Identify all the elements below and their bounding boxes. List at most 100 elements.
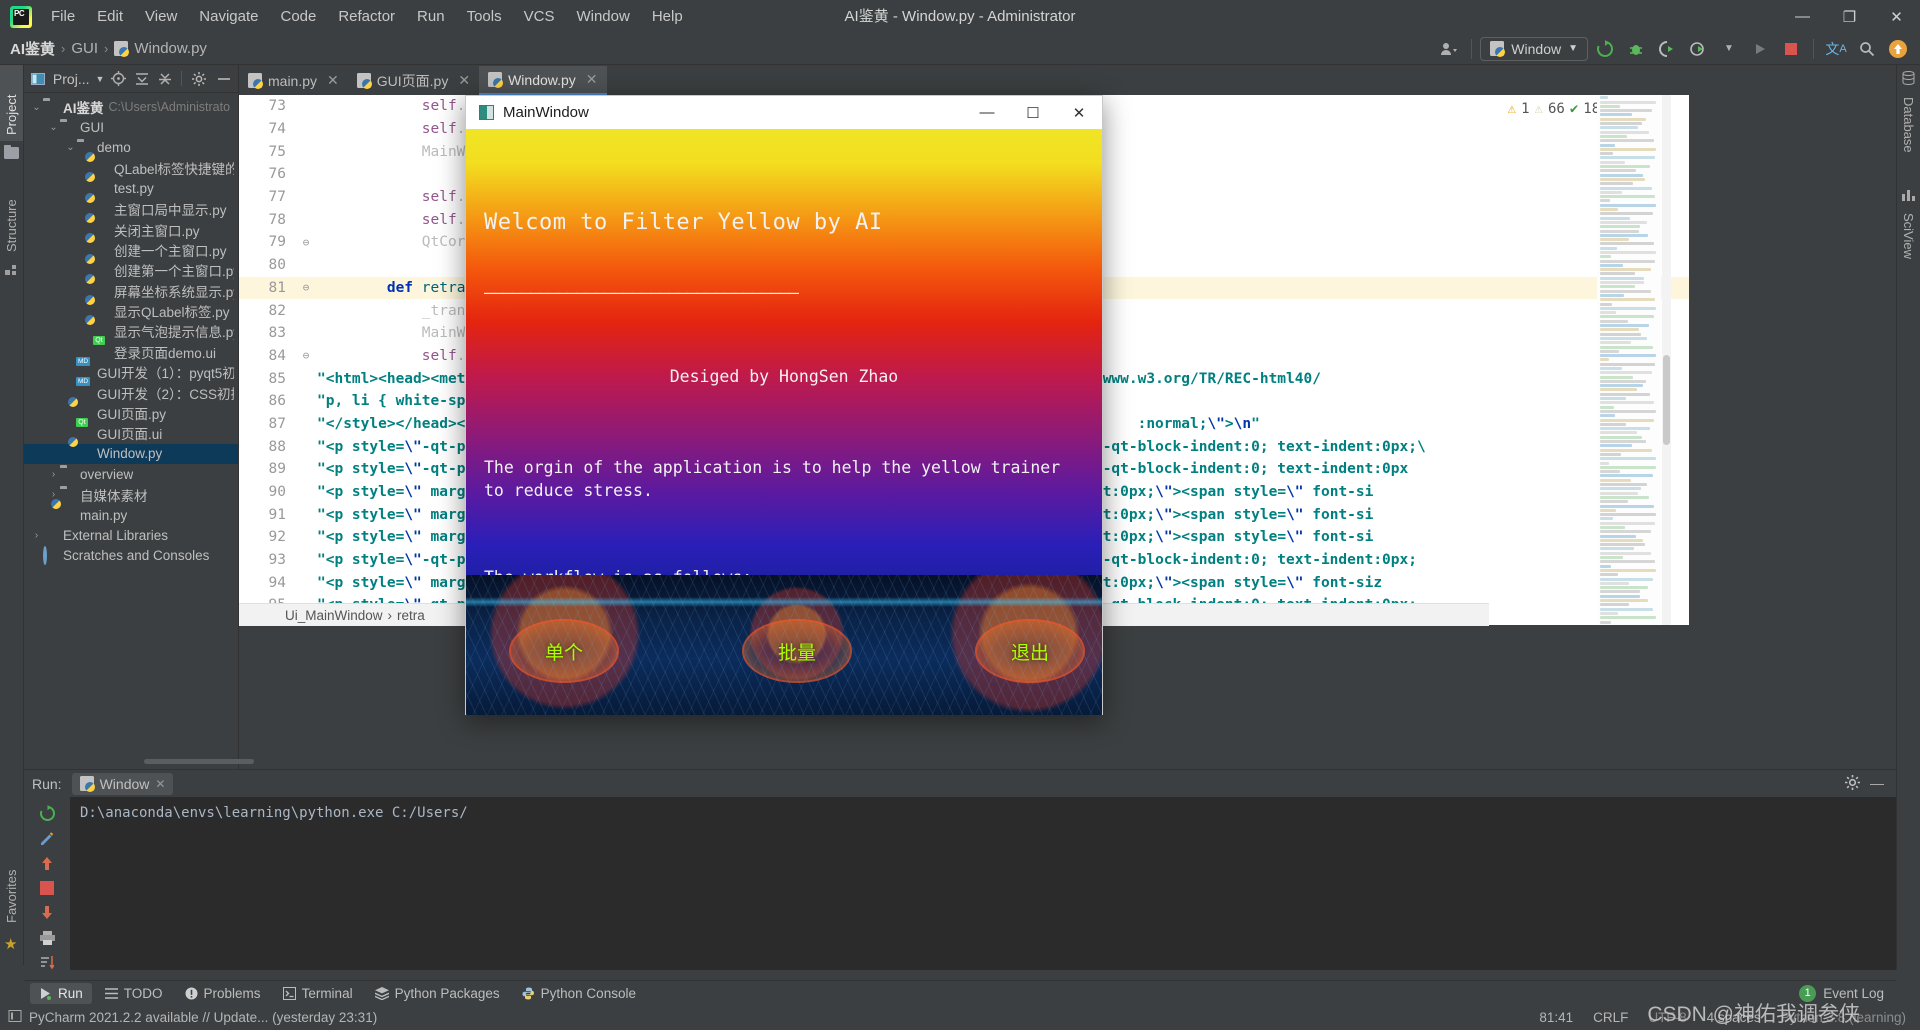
search-icon[interactable] bbox=[1853, 37, 1881, 61]
run-panel-toolbar[interactable] bbox=[24, 797, 70, 970]
tree-item[interactable]: GUI开发（2）：CSS初探 bbox=[24, 382, 238, 402]
tree-expand-arrow-icon[interactable]: ⌄ bbox=[64, 142, 77, 153]
window-controls[interactable]: — ❐ ✕ bbox=[1779, 0, 1920, 33]
qt-button-exit[interactable]: 退出 bbox=[977, 621, 1083, 681]
menu-refactor[interactable]: Refactor bbox=[327, 4, 406, 29]
menu-vcs[interactable]: VCS bbox=[513, 4, 566, 29]
tree-item[interactable]: 登录页面demo.ui bbox=[24, 342, 238, 362]
structure-breadcrumb-class[interactable]: Ui_MainWindow bbox=[285, 608, 383, 623]
run-panel-actions[interactable]: — bbox=[1845, 774, 1896, 793]
editor-scrollbar[interactable] bbox=[1662, 95, 1671, 625]
editor-minimap[interactable] bbox=[1597, 95, 1661, 625]
qt-maximize-button[interactable]: ☐ bbox=[1010, 96, 1056, 129]
close-icon[interactable]: ✕ bbox=[327, 72, 339, 89]
expand-icon[interactable] bbox=[156, 70, 173, 87]
tree-item[interactable]: main.py bbox=[24, 505, 238, 525]
editor-tab-bar[interactable]: main.py ✕ GUI页面.py ✕ Window.py ✕ bbox=[239, 65, 1689, 95]
chevron-down-icon-3[interactable]: ▼ bbox=[96, 74, 105, 84]
debug-icon[interactable] bbox=[1622, 37, 1650, 61]
qt-title-bar[interactable]: MainWindow — ☐ ✕ bbox=[466, 96, 1102, 129]
sidebar-tab-favorites[interactable]: Favorites bbox=[0, 845, 23, 929]
locate-icon[interactable] bbox=[110, 70, 127, 87]
menu-view[interactable]: View bbox=[134, 4, 188, 29]
window-close-button[interactable]: ✕ bbox=[1873, 0, 1920, 33]
menu-code[interactable]: Code bbox=[269, 4, 327, 29]
window-maximize-button[interactable]: ❐ bbox=[1826, 0, 1873, 33]
python-interpreter[interactable]: Python 3.8 (learning) bbox=[1781, 1010, 1906, 1025]
status-bar-right[interactable]: 81:41 CRLF UTF-8 4 spaces Python 3.8 (le… bbox=[1539, 1010, 1920, 1025]
rerun-icon[interactable] bbox=[36, 805, 58, 822]
close-icon[interactable]: ✕ bbox=[155, 777, 165, 791]
up-icon[interactable] bbox=[36, 856, 58, 872]
project-panel-title[interactable]: Proj... bbox=[53, 71, 90, 87]
main-toolbar[interactable]: Window ▼ ▼ 文A bbox=[1435, 36, 1920, 61]
run-tab-window[interactable]: Window ✕ bbox=[71, 772, 174, 795]
breadcrumb-file[interactable]: Window.py bbox=[134, 40, 207, 57]
tree-item[interactable]: 显示QLabel标签.py bbox=[24, 301, 238, 321]
tree-item[interactable]: 主窗口局中显示.py bbox=[24, 199, 238, 219]
close-icon[interactable]: ✕ bbox=[458, 72, 470, 89]
menu-run[interactable]: Run bbox=[406, 4, 456, 29]
tree-item[interactable]: ⌄ demo bbox=[24, 138, 238, 158]
user-icon[interactable] bbox=[1435, 37, 1463, 61]
gear-icon[interactable] bbox=[190, 70, 207, 87]
tree-item[interactable]: GUI页面.py bbox=[24, 403, 238, 423]
sciview-icon[interactable] bbox=[1897, 181, 1920, 207]
tree-expand-arrow-icon[interactable]: ⌄ bbox=[30, 102, 43, 113]
tree-item-selected[interactable]: Window.py bbox=[24, 443, 238, 465]
editor-tab[interactable]: Window.py ✕ bbox=[479, 66, 607, 95]
event-log-area[interactable]: 1 Event Log bbox=[1799, 984, 1896, 1002]
tree-expand-arrow-icon[interactable]: › bbox=[47, 469, 60, 480]
tool-window-button-python-console[interactable]: Python Console bbox=[513, 983, 645, 1004]
tool-window-button-python-packages[interactable]: Python Packages bbox=[366, 983, 509, 1004]
profile-icon[interactable] bbox=[1684, 37, 1712, 61]
minimize-icon[interactable]: — bbox=[1870, 775, 1884, 793]
tree-item[interactable]: QLabel标签快捷键的 bbox=[24, 158, 238, 178]
tool-window-button-problems[interactable]: Problems bbox=[176, 983, 270, 1004]
menu-bar[interactable]: File Edit View Navigate Code Refactor Ru… bbox=[40, 4, 694, 29]
sidebar-tab-project[interactable]: Project bbox=[0, 65, 23, 141]
hide-icon[interactable] bbox=[215, 70, 232, 87]
update-icon[interactable] bbox=[1591, 37, 1619, 61]
star-icon[interactable]: ★ bbox=[4, 935, 17, 953]
qt-window-controls[interactable]: — ☐ ✕ bbox=[964, 96, 1102, 129]
tree-item[interactable]: › External Libraries bbox=[24, 525, 238, 545]
sidebar-tab-sciview[interactable]: SciView bbox=[1897, 207, 1920, 279]
database-icon[interactable] bbox=[1897, 65, 1920, 91]
tool-window-bar[interactable]: Run TODO Problems Terminal Python Packages Py… bbox=[24, 980, 1896, 1005]
menu-tools[interactable]: Tools bbox=[456, 4, 513, 29]
gear-icon-2[interactable] bbox=[1845, 774, 1860, 793]
run-console-output[interactable]: D:\anaconda\envs\learning\python.exe C:/… bbox=[70, 797, 1896, 970]
menu-edit[interactable]: Edit bbox=[86, 4, 134, 29]
tree-item[interactable]: GUI页面.ui bbox=[24, 423, 238, 443]
tree-item[interactable]: 关闭主窗口.py bbox=[24, 219, 238, 239]
project-tree[interactable]: ⌄ AI鉴黄 C:\Users\Administrato ⌄ GUI ⌄ demo QLabe… bbox=[24, 93, 238, 763]
sidebar-tab-database[interactable]: Database bbox=[1897, 91, 1920, 167]
down-icon[interactable] bbox=[36, 905, 58, 921]
chevron-down-icon-2[interactable]: ▼ bbox=[1715, 37, 1743, 61]
tool-window-button-todo[interactable]: TODO bbox=[96, 983, 172, 1004]
caret-position[interactable]: 81:41 bbox=[1539, 1010, 1573, 1025]
tree-item[interactable]: test.py bbox=[24, 179, 238, 199]
breadcrumb-project[interactable]: AI鉴黄 bbox=[10, 38, 55, 59]
tree-item[interactable]: ⌄ GUI bbox=[24, 117, 238, 137]
tree-expand-arrow-icon[interactable]: ⌄ bbox=[47, 122, 60, 133]
breadcrumb[interactable]: AI鉴黄 › GUI › Window.py bbox=[10, 38, 207, 59]
menu-navigate[interactable]: Navigate bbox=[188, 4, 269, 29]
tool-window-button-terminal[interactable]: Terminal bbox=[274, 983, 362, 1004]
run-configuration-selector[interactable]: Window ▼ bbox=[1480, 36, 1588, 61]
breadcrumb-folder[interactable]: GUI bbox=[71, 40, 98, 57]
qt-button-batch[interactable]: 批量 bbox=[744, 621, 850, 681]
sidebar-tab-structure[interactable]: Structure bbox=[0, 163, 23, 258]
edit-icon[interactable] bbox=[36, 831, 58, 847]
code-fold-icon[interactable]: ⊖ bbox=[295, 236, 317, 249]
collapse-icon[interactable] bbox=[133, 70, 150, 87]
stop-icon[interactable] bbox=[1777, 37, 1805, 61]
window-minimize-button[interactable]: — bbox=[1779, 0, 1826, 33]
event-log-label[interactable]: Event Log bbox=[1823, 986, 1884, 1001]
file-encoding[interactable]: UTF-8 bbox=[1648, 1010, 1686, 1025]
editor-tab[interactable]: GUI页面.py ✕ bbox=[348, 66, 479, 95]
sort-icon[interactable] bbox=[36, 954, 58, 970]
tree-item[interactable]: 屏幕坐标系统显示.py bbox=[24, 281, 238, 301]
status-message[interactable]: PyCharm 2021.2.2 available // Update... … bbox=[29, 1010, 377, 1025]
